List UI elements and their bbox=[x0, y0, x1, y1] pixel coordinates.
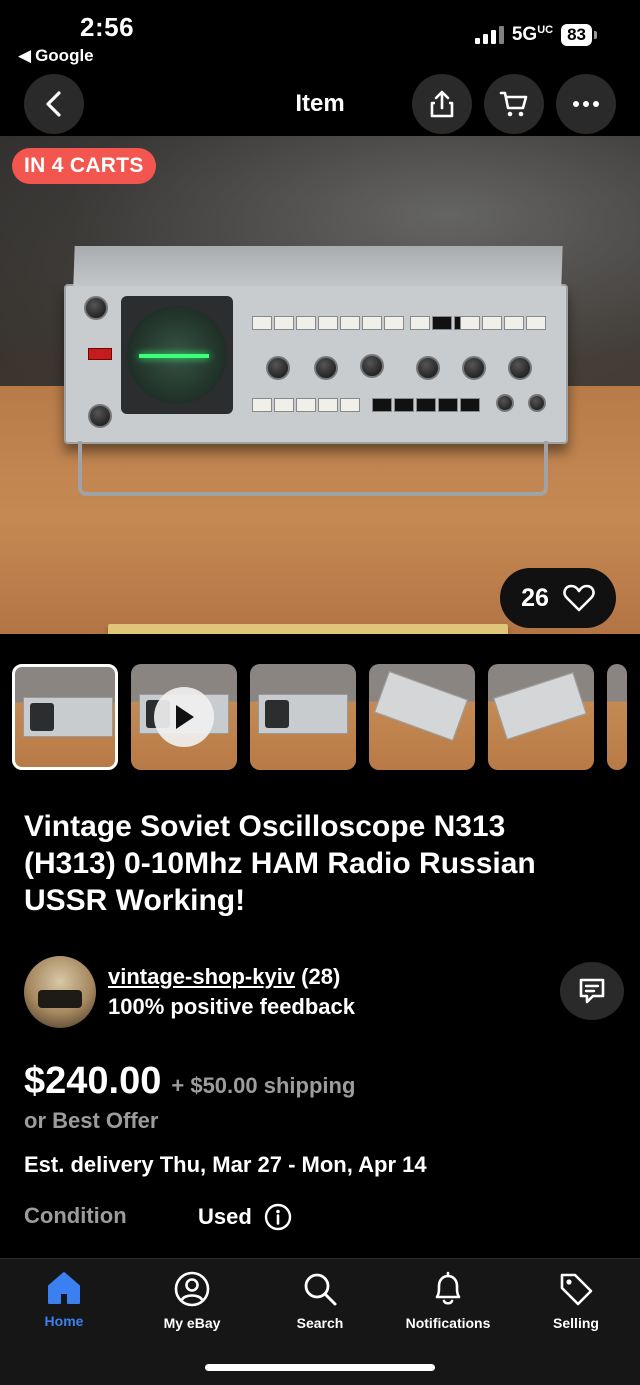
watch-button[interactable]: 26 bbox=[500, 568, 616, 628]
tab-label: Notifications bbox=[405, 1315, 491, 1331]
thumbnail[interactable] bbox=[369, 664, 475, 770]
message-icon bbox=[579, 978, 605, 1004]
top-nav: Item bbox=[0, 72, 640, 136]
condition-label: Condition bbox=[24, 1203, 127, 1228]
back-triangle-icon: ◀ bbox=[18, 46, 32, 65]
thumbnail[interactable] bbox=[250, 664, 356, 770]
tab-my-ebay[interactable]: My eBay bbox=[128, 1271, 256, 1331]
network-indicator: 5GUC bbox=[511, 24, 554, 45]
heart-icon bbox=[563, 584, 595, 612]
tab-label: Selling bbox=[553, 1315, 599, 1331]
info-icon[interactable] bbox=[264, 1203, 292, 1231]
tab-label: Home bbox=[44, 1313, 84, 1329]
estimated-delivery: Est. delivery Thu, Mar 27 - Mon, Apr 14 bbox=[24, 1152, 427, 1177]
cart-icon bbox=[499, 91, 528, 117]
signal-icon bbox=[474, 26, 504, 44]
back-app-label: Google bbox=[35, 46, 94, 65]
tab-notifications[interactable]: Notifications bbox=[384, 1271, 512, 1331]
more-dots-icon bbox=[573, 101, 599, 107]
seller-feedback: 100% positive feedback bbox=[108, 994, 356, 1019]
home-indicator bbox=[205, 1364, 435, 1371]
oscilloscope-photo bbox=[64, 246, 568, 444]
cart-button[interactable] bbox=[484, 74, 544, 134]
thumbnail-partial[interactable] bbox=[607, 664, 627, 770]
search-icon bbox=[304, 1273, 337, 1306]
tab-home[interactable]: Home bbox=[0, 1271, 128, 1329]
thumbnail[interactable] bbox=[12, 664, 118, 770]
in-carts-badge: IN 4 CARTS bbox=[12, 148, 156, 184]
thumbnail-strip[interactable] bbox=[12, 664, 640, 772]
user-icon bbox=[174, 1271, 210, 1307]
back-to-app-link[interactable]: ◀ Google bbox=[18, 46, 94, 66]
battery-icon: 83 bbox=[561, 24, 597, 46]
share-button[interactable] bbox=[412, 74, 472, 134]
tab-search[interactable]: Search bbox=[256, 1271, 384, 1331]
condition-value: Used bbox=[198, 1204, 252, 1229]
price-amount: $240.00 bbox=[24, 1060, 162, 1102]
bell-icon bbox=[435, 1271, 461, 1305]
play-icon[interactable] bbox=[154, 687, 214, 747]
seller-name-link[interactable]: vintage-shop-kyiv bbox=[108, 964, 295, 989]
home-icon bbox=[48, 1272, 80, 1304]
tab-selling[interactable]: Selling bbox=[512, 1271, 640, 1331]
price-row: $240.00 + $50.00 shipping bbox=[24, 1060, 355, 1103]
status-bar: 2:56 ◀ Google 5GUC 83 bbox=[0, 0, 640, 70]
seller-avatar[interactable] bbox=[24, 956, 96, 1028]
watch-count: 26 bbox=[521, 583, 549, 612]
item-title: Vintage Soviet Oscilloscope N313 (H313) … bbox=[24, 810, 536, 917]
share-icon bbox=[430, 90, 454, 118]
seller-feedback-count: (28) bbox=[301, 964, 341, 989]
message-seller-button[interactable] bbox=[560, 962, 624, 1020]
status-time: 2:56 bbox=[80, 12, 135, 42]
best-offer-text: or Best Offer bbox=[24, 1108, 159, 1133]
more-options-button[interactable] bbox=[556, 74, 616, 134]
thumbnail-video[interactable] bbox=[131, 664, 237, 770]
tag-icon bbox=[560, 1273, 593, 1306]
tab-label: My eBay bbox=[163, 1315, 221, 1331]
seller-info: vintage-shop-kyiv (28) 100% positive fee… bbox=[24, 956, 624, 1028]
thumbnail[interactable] bbox=[488, 664, 594, 770]
shipping-cost: + $50.00 shipping bbox=[171, 1073, 356, 1098]
tab-label: Search bbox=[296, 1315, 344, 1331]
page-title: Item bbox=[295, 90, 345, 117]
hero-image[interactable] bbox=[0, 136, 640, 634]
